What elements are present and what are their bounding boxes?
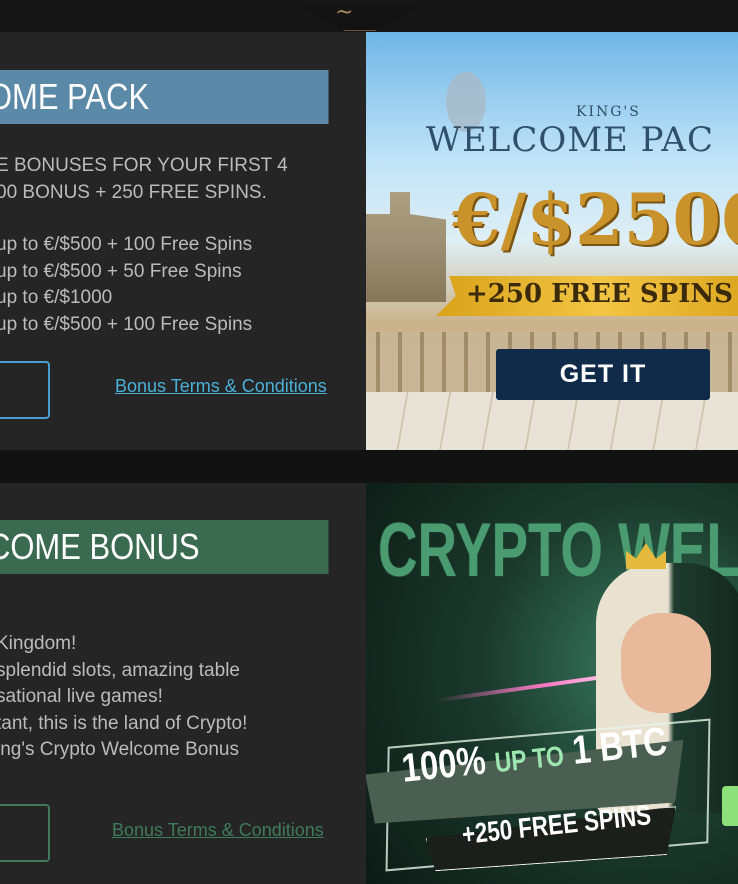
get-it-button[interactable]: GET IT — [496, 349, 710, 400]
terrace-floor-image — [366, 392, 738, 450]
deposit-item: up to €/$1000 — [0, 287, 113, 308]
description-line: splendid slots, amazing table — [0, 659, 240, 681]
promo-title-ribbon: COME BONUS — [0, 520, 329, 574]
king-face-image — [621, 613, 711, 713]
card-separator — [0, 450, 738, 483]
claim-button[interactable] — [0, 804, 50, 862]
castle-image — [366, 192, 446, 302]
banner-kings-label: KING'S — [576, 104, 641, 120]
promo-title-ribbon: OME PACK — [0, 70, 329, 124]
description-line: sational live games! — [0, 686, 163, 707]
promo-title: OME PACK — [0, 76, 150, 117]
description-line: ing's Crypto Welcome Bonus — [0, 739, 239, 760]
description-line: 00 BONUS + 250 FREE SPINS. — [0, 181, 267, 203]
deposit-item: up to €/$500 + 50 Free Spins — [0, 260, 242, 282]
description-line: E BONUSES FOR YOUR FIRST 4 — [0, 155, 288, 176]
promo-description: E BONUSES FOR YOUR FIRST 4 00 BONUS + 25… — [0, 153, 288, 206]
bonus-terms-link[interactable]: Bonus Terms & Conditions — [115, 376, 327, 397]
deposit-item: up to €/$500 + 100 Free Spins — [0, 234, 253, 255]
top-bar: ~ — [0, 0, 738, 32]
description-line: Kingdom! — [0, 633, 77, 654]
claim-button[interactable] — [0, 361, 50, 419]
welcome-pack-banner[interactable]: KING'S WELCOME PAC €/$2500 +250 FREE SPI… — [366, 32, 738, 450]
offer-up-to: UP TO — [493, 740, 566, 779]
flourish-icon: ~ — [335, 0, 354, 25]
bonus-terms-link[interactable]: Bonus Terms & Conditions — [112, 820, 324, 841]
header-ornament — [210, 0, 510, 31]
promo-description: Kingdom! splendid slots, amazing table s… — [0, 631, 247, 764]
description-line: tant, this is the land of Crypto! — [0, 712, 248, 734]
promo-title: COME BONUS — [0, 526, 200, 567]
banner-cta-button[interactable] — [722, 786, 738, 826]
offer-percent: 100% — [399, 738, 488, 791]
crypto-bonus-card: COME BONUS Kingdom! splendid slots, amaz… — [0, 483, 738, 884]
deposit-item: up to €/$500 + 100 Free Spins — [0, 313, 253, 335]
crypto-welcome-banner[interactable]: CRYPTO WEL b 100% UP TO 1 BTC +250 FREE … — [366, 483, 738, 884]
deposit-list: up to €/$500 + 100 Free Spins up to €/$5… — [0, 232, 252, 338]
banner-amount: €/$2500 — [452, 178, 738, 261]
welcome-pack-card: OME PACK E BONUSES FOR YOUR FIRST 4 00 B… — [0, 32, 738, 450]
offer-btc: 1 BTC — [570, 719, 670, 773]
banner-welcome-title: WELCOME PAC — [426, 120, 714, 160]
banner-spins-text: +250 FREE SPINS — [466, 279, 733, 309]
